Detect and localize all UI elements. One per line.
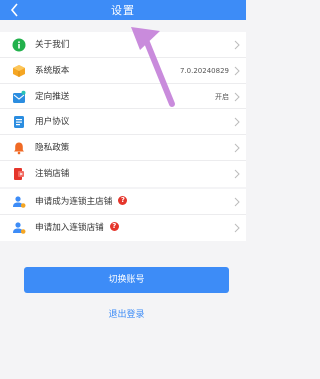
setting-row-privacy[interactable]: 隐私政策 <box>0 135 246 161</box>
page-title: 设置 <box>111 4 135 17</box>
chevron-right-icon <box>234 223 240 233</box>
setting-label: 系统版本 <box>35 65 70 76</box>
help-badge[interactable]: ? <box>118 196 128 205</box>
chevron-right-icon <box>234 143 240 153</box>
logout-button[interactable]: 退出登录 <box>24 304 229 326</box>
user-group-icon <box>12 221 26 235</box>
chevron-right-icon <box>234 169 240 179</box>
setting-row-join-chain[interactable]: 申请加入连锁店铺? <box>0 215 246 241</box>
cube-icon <box>12 64 26 78</box>
setting-row-cancel-shop[interactable]: 注销店铺 <box>0 161 246 187</box>
setting-row-apply-chain-main[interactable]: 申请成为连锁主店铺? <box>0 189 246 215</box>
chevron-right-icon <box>234 66 240 76</box>
setting-label: 注销店铺 <box>35 168 70 179</box>
setting-row-user-agreement[interactable]: 用户协议 <box>0 109 246 136</box>
setting-label-text: 申请成为连锁主店铺 <box>35 197 113 207</box>
setting-label: 定向推送 <box>35 91 70 102</box>
push-status-value: 开启 <box>215 92 229 101</box>
setting-label: 关于我们 <box>35 40 70 50</box>
setting-label: 申请加入连锁店铺? <box>35 221 119 235</box>
document-icon <box>12 115 26 129</box>
chevron-right-icon <box>234 40 240 50</box>
chevron-right-icon <box>234 197 240 207</box>
shop-cancel-icon <box>12 167 26 181</box>
push-icon <box>12 90 26 104</box>
chevron-right-icon <box>234 117 240 127</box>
version-value: 7.0.20240829 <box>180 66 229 75</box>
setting-label-text: 申请加入连锁店铺 <box>35 222 104 233</box>
settings-group-main: 关于我们 系统版本 7.0.20240829 定向推送 开启 用户协议 隐私政策 <box>0 32 246 187</box>
info-icon <box>12 38 26 52</box>
user-group-icon <box>12 195 26 209</box>
switch-account-button[interactable]: 切换账号 <box>24 267 229 293</box>
help-badge[interactable]: ? <box>109 221 119 231</box>
setting-label: 申请成为连锁主店铺? <box>35 195 128 209</box>
chevron-right-icon <box>234 92 240 102</box>
setting-row-version[interactable]: 系统版本 7.0.20240829 <box>0 58 246 84</box>
settings-group-chain: 申请成为连锁主店铺? 申请加入连锁店铺? <box>0 189 246 241</box>
setting-label: 隐私政策 <box>35 143 70 154</box>
top-bar: 设置 <box>0 0 246 20</box>
setting-row-push[interactable]: 定向推送 开启 <box>0 84 246 110</box>
bell-icon <box>12 141 26 155</box>
setting-row-about[interactable]: 关于我们 <box>0 32 246 58</box>
setting-label: 用户协议 <box>35 117 70 128</box>
